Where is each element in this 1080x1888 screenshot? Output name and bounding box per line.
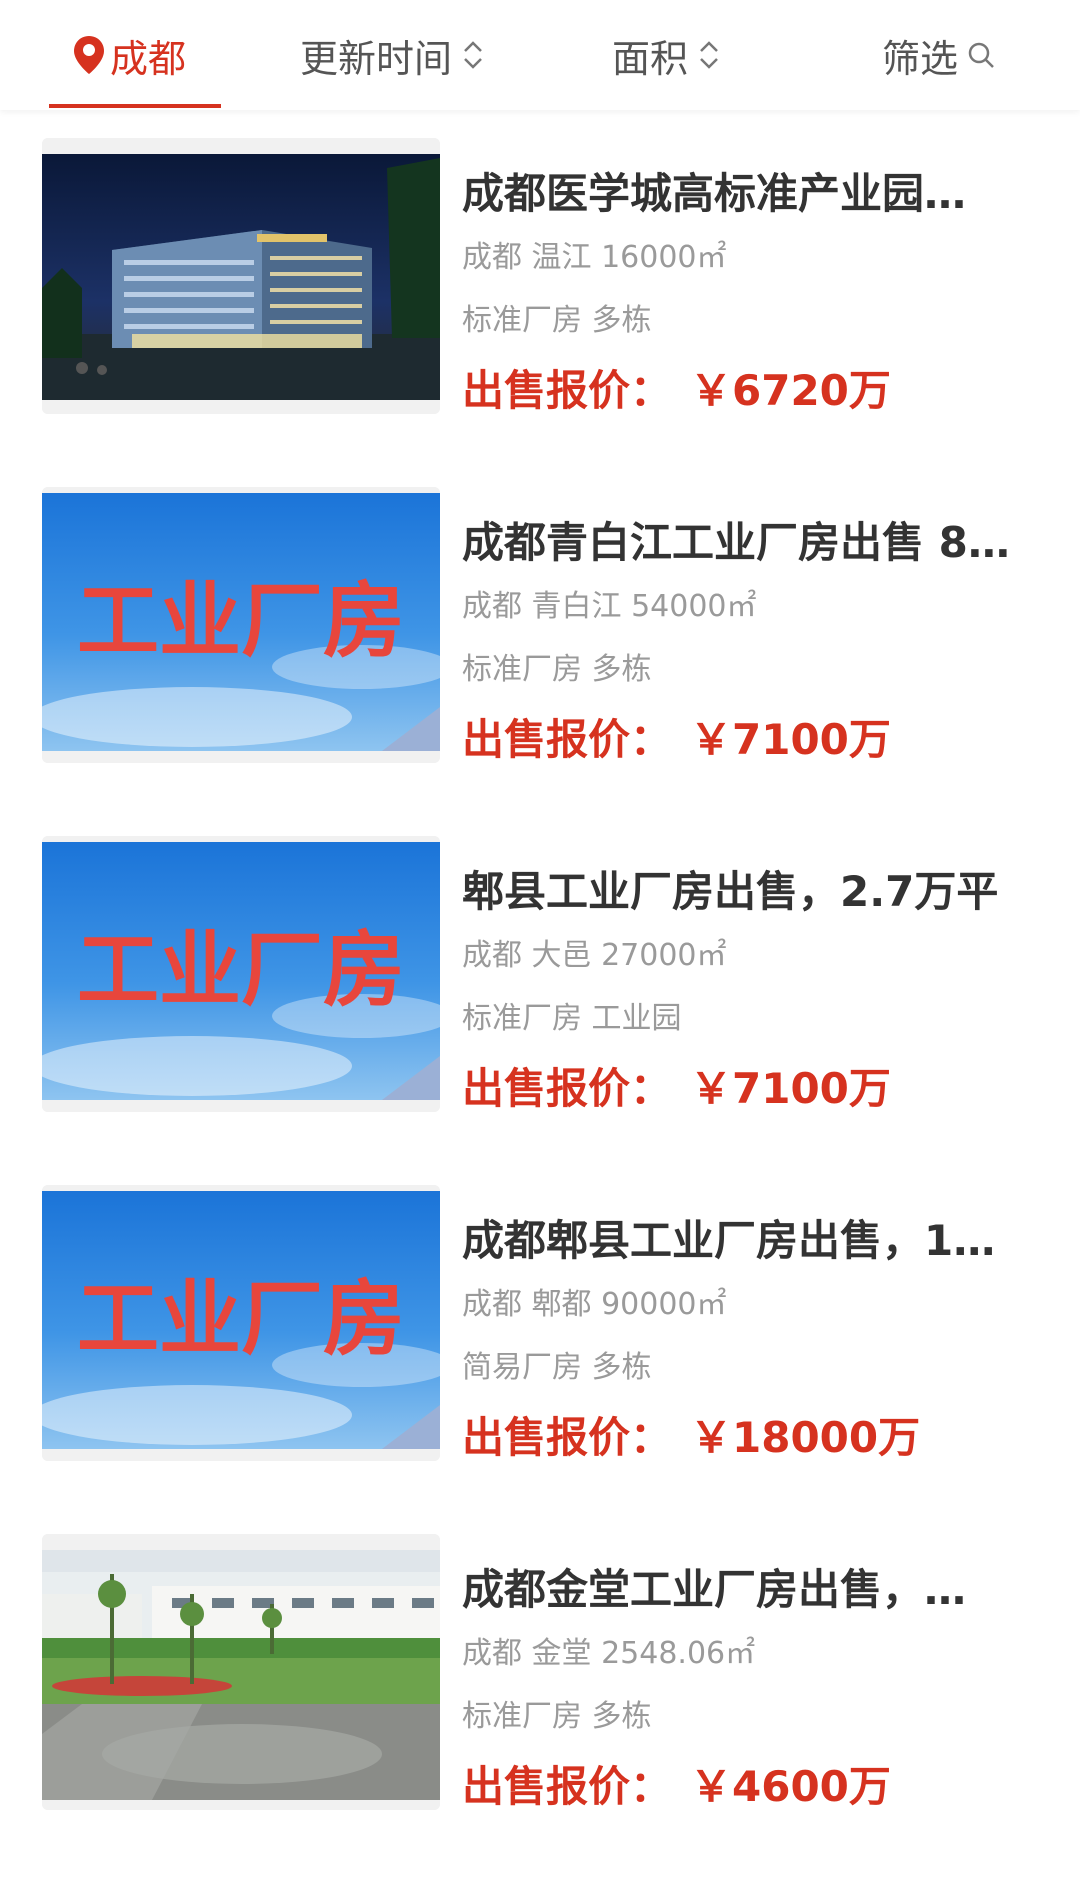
price-label: 出售报价： xyxy=(462,1762,673,1811)
listing-thumbnail: 工业厂房 xyxy=(42,1185,440,1461)
sort-by-update-time[interactable]: 更新时间 xyxy=(300,0,484,110)
listing-location: 成都 郫都 90000㎡ xyxy=(462,1287,727,1322)
listing-price: 出售报价： ￥7100万 xyxy=(462,712,891,768)
image-overlay-text: 工业厂房 xyxy=(77,1272,405,1367)
listing-thumbnail: 工业厂房 xyxy=(42,836,440,1112)
area-label: 面积 xyxy=(612,36,689,81)
listing-title: 成都青白江工业厂房出售 8… xyxy=(462,518,1010,567)
image-overlay-text: 工业厂房 xyxy=(77,574,405,669)
listing-tags: 标准厂房 多栋 xyxy=(462,1699,652,1734)
listing-card[interactable]: 工业厂房 郫县工业厂房出售，2.7万平 成都 大邑 27000㎡ 标准厂房 工业… xyxy=(0,836,1080,1185)
price-value: ￥6720万 xyxy=(690,366,891,415)
city-label: 成都 xyxy=(110,36,187,81)
listing-price: 出售报价： ￥6720万 xyxy=(462,363,891,419)
filter-label: 筛选 xyxy=(882,36,959,81)
sort-arrows-icon xyxy=(464,41,482,69)
listing-card[interactable]: 工业厂房 成都青白江工业厂房出售 8… 成都 青白江 54000㎡ 标准厂房 多… xyxy=(0,487,1080,836)
listing-card[interactable]: 工业厂房 成都郫县工业厂房出售，1… 成都 郫都 90000㎡ 简易厂房 多栋 … xyxy=(0,1185,1080,1534)
search-icon xyxy=(968,42,994,68)
listing-title: 郫县工业厂房出售，2.7万平 xyxy=(462,867,999,916)
active-tab-indicator xyxy=(49,104,221,108)
update-time-label: 更新时间 xyxy=(300,36,453,81)
price-value: ￥7100万 xyxy=(690,715,891,764)
city-selector[interactable]: 成都 xyxy=(72,0,186,110)
listing-location: 成都 大邑 27000㎡ xyxy=(462,938,727,973)
listing-title: 成都金堂工业厂房出售，… xyxy=(462,1565,967,1614)
sort-by-area[interactable]: 面积 xyxy=(612,0,720,110)
listing-card[interactable]: 成都医学城高标准产业园… 成都 温江 16000㎡ 标准厂房 多栋 出售报价： ￥… xyxy=(0,138,1080,487)
location-pin-icon xyxy=(74,36,104,74)
listing-tags: 标准厂房 多栋 xyxy=(462,652,652,687)
listing-title: 成都医学城高标准产业园… xyxy=(462,169,967,218)
price-label: 出售报价： xyxy=(462,1413,673,1462)
listing-location: 成都 青白江 54000㎡ xyxy=(462,589,757,624)
listing-location: 成都 温江 16000㎡ xyxy=(462,240,727,275)
listing-thumbnail xyxy=(42,138,440,414)
listing-title: 成都郫县工业厂房出售，1… xyxy=(462,1216,996,1265)
listing-price: 出售报价： ￥18000万 xyxy=(462,1410,920,1466)
listing-thumbnail: 工业厂房 xyxy=(42,487,440,763)
price-value: ￥4600万 xyxy=(690,1762,891,1811)
price-label: 出售报价： xyxy=(462,1064,673,1113)
filter-bar: 成都 更新时间 面积 筛选 xyxy=(0,0,1080,110)
price-label: 出售报价： xyxy=(462,715,673,764)
filter-button[interactable]: 筛选 xyxy=(882,0,996,110)
listing-tags: 标准厂房 工业园 xyxy=(462,1001,682,1036)
sort-arrows-icon xyxy=(700,41,718,69)
image-overlay-text: 工业厂房 xyxy=(77,923,405,1018)
listing-thumbnail xyxy=(42,1534,440,1810)
listing-list: 成都医学城高标准产业园… 成都 温江 16000㎡ 标准厂房 多栋 出售报价： ￥… xyxy=(0,138,1080,1883)
price-value: ￥18000万 xyxy=(690,1413,921,1462)
listing-card[interactable]: 成都金堂工业厂房出售，… 成都 金堂 2548.06㎡ 标准厂房 多栋 出售报价… xyxy=(0,1534,1080,1883)
price-label: 出售报价： xyxy=(462,366,673,415)
listing-price: 出售报价： ￥4600万 xyxy=(462,1759,891,1815)
listing-price: 出售报价： ￥7100万 xyxy=(462,1061,891,1117)
listing-location: 成都 金堂 2548.06㎡ xyxy=(462,1636,756,1671)
price-value: ￥7100万 xyxy=(690,1064,891,1113)
listing-tags: 标准厂房 多栋 xyxy=(462,303,652,338)
listing-tags: 简易厂房 多栋 xyxy=(462,1350,652,1385)
